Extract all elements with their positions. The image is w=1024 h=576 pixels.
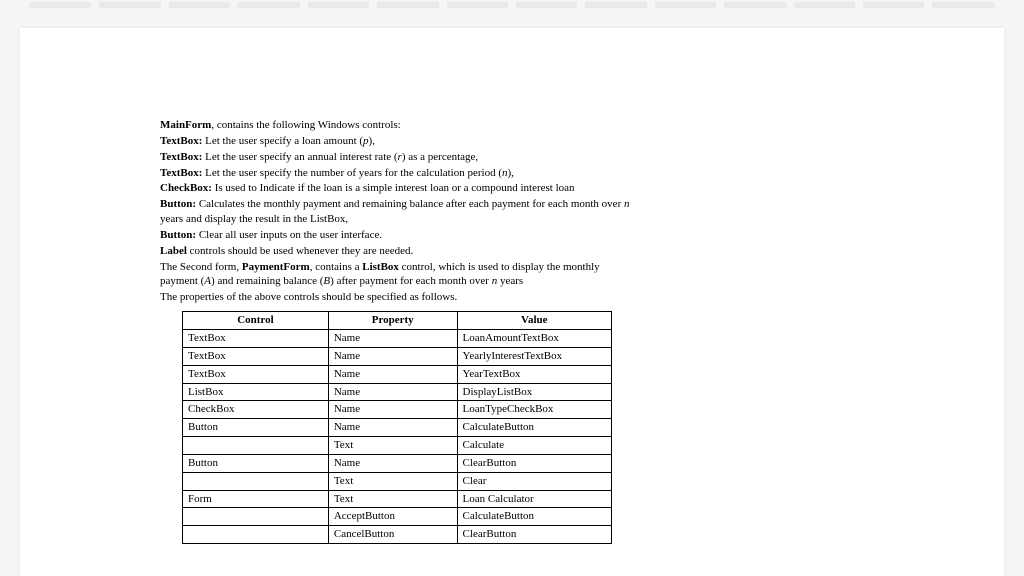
top-ribbon xyxy=(0,0,1024,22)
table-row: ButtonNameCalculateButton xyxy=(183,419,612,437)
table-cell: CancelButton xyxy=(328,526,457,544)
mainform-bold: MainForm xyxy=(160,119,211,131)
table-cell: Text xyxy=(328,472,457,490)
table-row: ButtonNameClearButton xyxy=(183,454,612,472)
table-cell: CalculateButton xyxy=(457,508,611,526)
table-cell: Name xyxy=(328,419,457,437)
table-row: TextBoxNameYearlyInterestTextBox xyxy=(183,347,612,365)
header-control: Control xyxy=(183,312,329,330)
textbox1-line: TextBox: Let the user specify a loan amo… xyxy=(160,134,630,149)
table-cell: Loan Calculator xyxy=(457,490,611,508)
button2-line: Button: Clear all user inputs on the use… xyxy=(160,228,630,243)
table-cell: Name xyxy=(328,454,457,472)
table-cell: DisplayListBox xyxy=(457,383,611,401)
table-cell: LoanAmountTextBox xyxy=(457,329,611,347)
table-cell: YearTextBox xyxy=(457,365,611,383)
table-row: ListBoxNameDisplayListBox xyxy=(183,383,612,401)
table-cell: Clear xyxy=(457,472,611,490)
table-row: TextCalculate xyxy=(183,437,612,455)
table-cell: Name xyxy=(328,365,457,383)
table-row: CheckBoxNameLoanTypeCheckBox xyxy=(183,401,612,419)
secondform-paragraph: The Second form, PaymentForm, contains a… xyxy=(160,260,630,290)
table-cell: LoanTypeCheckBox xyxy=(457,401,611,419)
header-value: Value xyxy=(457,312,611,330)
table-cell xyxy=(183,472,329,490)
table-cell xyxy=(183,508,329,526)
table-intro: The properties of the above controls sho… xyxy=(160,290,630,305)
table-cell: TextBox xyxy=(183,347,329,365)
label-line: Label controls should be used whenever t… xyxy=(160,244,630,259)
table-cell: Form xyxy=(183,490,329,508)
table-row: TextBoxNameLoanAmountTextBox xyxy=(183,329,612,347)
table-row: TextClear xyxy=(183,472,612,490)
button1-line: Button: Calculates the monthly payment a… xyxy=(160,197,630,227)
document-content: MainForm, contains the following Windows… xyxy=(160,118,630,544)
table-cell xyxy=(183,526,329,544)
table-cell: CheckBox xyxy=(183,401,329,419)
textbox2-line: TextBox: Let the user specify an annual … xyxy=(160,150,630,165)
table-cell xyxy=(183,437,329,455)
table-cell: ListBox xyxy=(183,383,329,401)
table-row: FormTextLoan Calculator xyxy=(183,490,612,508)
table-row: CancelButtonClearButton xyxy=(183,526,612,544)
header-property: Property xyxy=(328,312,457,330)
table-cell: Button xyxy=(183,419,329,437)
table-row: AcceptButtonCalculateButton xyxy=(183,508,612,526)
checkbox-line: CheckBox: Is used to Indicate if the loa… xyxy=(160,181,630,196)
properties-table: Control Property Value TextBoxNameLoanAm… xyxy=(182,311,612,544)
table-cell: Text xyxy=(328,437,457,455)
table-cell: Name xyxy=(328,329,457,347)
table-cell: TextBox xyxy=(183,365,329,383)
table-header-row: Control Property Value xyxy=(183,312,612,330)
table-cell: CalculateButton xyxy=(457,419,611,437)
textbox3-line: TextBox: Let the user specify the number… xyxy=(160,166,630,181)
table-cell: Name xyxy=(328,383,457,401)
table-cell: ClearButton xyxy=(457,454,611,472)
table-cell: TextBox xyxy=(183,329,329,347)
table-row: TextBoxNameYearTextBox xyxy=(183,365,612,383)
table-cell: YearlyInterestTextBox xyxy=(457,347,611,365)
table-cell: ClearButton xyxy=(457,526,611,544)
mainform-line: MainForm, contains the following Windows… xyxy=(160,118,630,133)
table-cell: Calculate xyxy=(457,437,611,455)
table-cell: Text xyxy=(328,490,457,508)
table-cell: Name xyxy=(328,347,457,365)
table-cell: AcceptButton xyxy=(328,508,457,526)
table-cell: Name xyxy=(328,401,457,419)
table-cell: Button xyxy=(183,454,329,472)
document-page: MainForm, contains the following Windows… xyxy=(20,28,1004,576)
